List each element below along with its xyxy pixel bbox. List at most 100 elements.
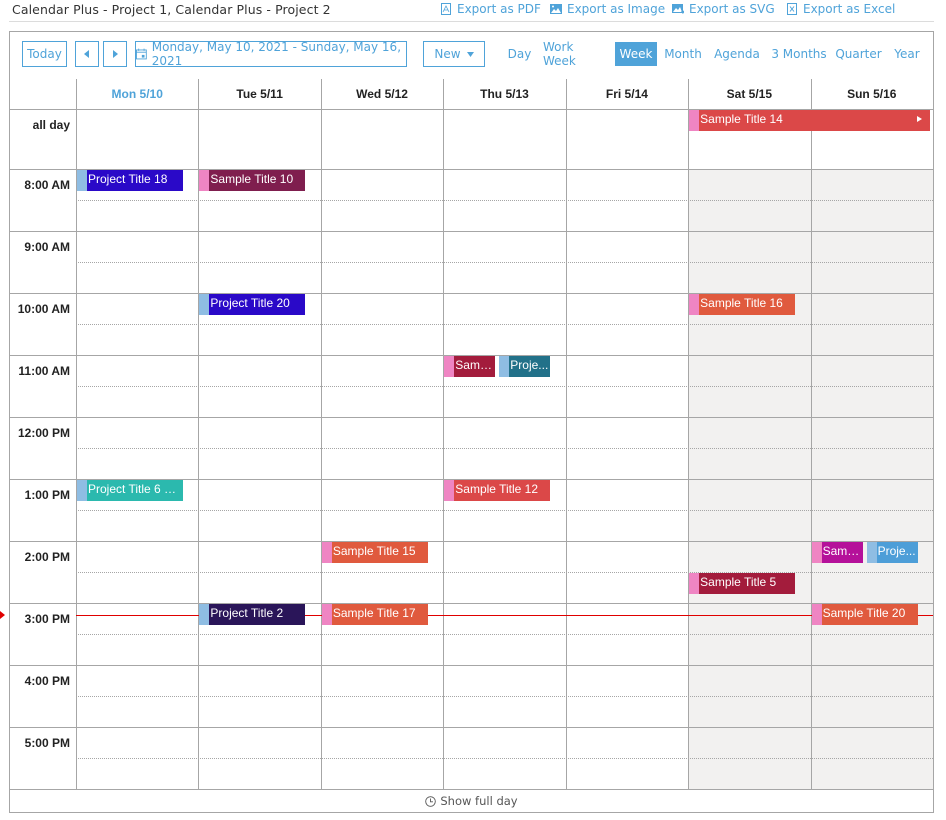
calendar-color-bar — [77, 480, 87, 501]
next-button[interactable] — [103, 41, 127, 67]
half-hour-divider — [76, 510, 933, 511]
previous-button[interactable] — [75, 41, 99, 67]
column-divider — [810, 79, 812, 789]
current-time-marker — [0, 611, 5, 620]
calendar-color-bar — [689, 110, 700, 131]
day-header[interactable]: Wed 5/12 — [321, 79, 443, 109]
calendar-color-bar — [444, 480, 455, 501]
calendar-event[interactable]: Proje... — [499, 356, 551, 377]
calendar-event[interactable]: Sample Title 5 — [689, 573, 796, 594]
calendar-event[interactable]: Sample Title 17 — [321, 604, 428, 625]
window-title: Calendar Plus - Project 1, Calendar Plus… — [12, 2, 331, 17]
hour-divider — [10, 231, 933, 232]
triangle-left-icon — [84, 50, 89, 58]
calendar-event[interactable]: Samp... — [811, 542, 863, 563]
event-title: Sample Title 15 — [332, 544, 416, 558]
event-title: Project Title 6 Pr... — [88, 482, 183, 496]
calendar-color-bar — [444, 356, 455, 377]
half-hour-divider — [76, 572, 933, 573]
time-label: 5:00 PM — [24, 736, 70, 750]
calendar-event[interactable]: Sample Title 10 — [199, 170, 306, 191]
time-label: 8:00 AM — [24, 178, 70, 192]
calendar-color-bar — [77, 170, 87, 191]
day-header[interactable]: Thu 5/13 — [443, 79, 565, 109]
view-work-week-tab[interactable]: Work Week — [543, 40, 608, 68]
week-grid[interactable]: Mon 5/10 Tue 5/11 Wed 5/12 Thu 5/13 Fri 5/14… — [0, 79, 933, 789]
event-title: Sample Title 14 — [700, 112, 783, 126]
export-image-label: Export as Image — [567, 2, 666, 16]
half-hour-divider — [76, 386, 933, 387]
calendar-event[interactable]: Samp... — [444, 356, 496, 377]
calendar-color-bar — [689, 573, 700, 594]
new-dropdown-button[interactable]: New — [423, 41, 485, 67]
calendar-event[interactable]: Sample Title 20 — [811, 604, 918, 625]
column-divider — [320, 79, 322, 789]
day-header[interactable]: Tue 5/11 — [198, 79, 320, 109]
time-label: 2:00 PM — [24, 550, 70, 564]
event-title: Proje... — [877, 544, 916, 558]
view-quarter-tab[interactable]: Quarter — [835, 42, 881, 66]
today-button[interactable]: Today — [22, 41, 67, 67]
event-title: Sample Title 10 — [210, 172, 294, 186]
calendar-event[interactable]: Project Title 6 Pr... — [77, 480, 183, 501]
time-label: 4:00 PM — [24, 674, 70, 688]
calendar-event[interactable]: Sample Title 16 — [689, 294, 796, 315]
view-3-months-tab[interactable]: 3 Months — [771, 42, 827, 66]
half-hour-divider — [76, 448, 933, 449]
calendar-icon — [136, 48, 147, 60]
calendar-color-bar — [499, 356, 510, 377]
half-hour-divider — [76, 262, 933, 263]
export-pdf-button[interactable]: Export as PDF — [440, 2, 541, 16]
half-hour-divider — [76, 758, 933, 759]
calendar-toolbar: Today Monday, May 10, 2021 - Sunday, May… — [10, 32, 933, 79]
export-svg-label: Export as SVG — [689, 2, 775, 16]
view-week-tab[interactable]: Week — [615, 42, 657, 66]
time-label: 1:00 PM — [24, 488, 70, 502]
calendar-event[interactable]: Sample Title 15 — [321, 542, 428, 563]
calendar-color-bar — [689, 294, 700, 315]
calendar-event[interactable]: Project Title 20 — [199, 294, 306, 315]
calendar-event[interactable]: Project Title 2 — [199, 604, 306, 625]
export-svg-button[interactable]: Export as SVG — [672, 2, 775, 16]
calendar-color-bar — [199, 170, 210, 191]
event-title: Project Title 18 — [88, 172, 168, 186]
calendar-event[interactable]: Proje... — [866, 542, 918, 563]
view-month-tab[interactable]: Month — [662, 42, 704, 66]
show-full-day-button[interactable]: Show full day — [10, 789, 933, 812]
export-excel-button[interactable]: Export as Excel — [786, 2, 895, 16]
event-title: Sample Title 17 — [332, 606, 416, 620]
event-title: Sample Title 20 — [822, 606, 906, 620]
day-header[interactable]: Fri 5/14 — [566, 79, 688, 109]
calendar-color-bar — [866, 542, 877, 563]
half-hour-divider — [76, 696, 933, 697]
time-label: 9:00 AM — [24, 240, 70, 254]
title-bar: Calendar Plus - Project 1, Calendar Plus… — [9, 0, 934, 22]
event-title: Sample Title 12 — [455, 482, 538, 496]
event-title: Project Title 20 — [210, 296, 290, 310]
date-range-picker[interactable]: Monday, May 10, 2021 - Sunday, May 16, 2… — [135, 40, 407, 68]
calendar-event[interactable]: Project Title 18 — [77, 170, 183, 191]
event-title: Project Title 2 — [210, 606, 284, 620]
triangle-right-icon — [113, 50, 118, 58]
day-header[interactable]: Sun 5/16 — [811, 79, 933, 109]
view-day-tab[interactable]: Day — [506, 42, 533, 66]
continues-right-icon — [916, 116, 922, 122]
calendar-event[interactable]: Sample Title 12 — [444, 480, 551, 501]
calendar-color-bar — [321, 542, 332, 563]
all-day-event[interactable]: Sample Title 14 — [689, 110, 930, 131]
excel-icon — [787, 3, 797, 15]
time-label: 12:00 PM — [17, 426, 70, 440]
hour-divider — [10, 603, 933, 604]
caret-down-icon — [466, 51, 474, 57]
export-image-button[interactable]: Export as Image — [550, 2, 665, 16]
day-header[interactable]: Sat 5/15 — [688, 79, 810, 109]
export-pdf-label: Export as PDF — [457, 2, 541, 16]
view-agenda-tab[interactable]: Agenda — [713, 42, 761, 66]
day-header[interactable]: Mon 5/10 — [76, 79, 198, 109]
view-year-tab[interactable]: Year — [891, 42, 923, 66]
event-title: Samp... — [822, 544, 863, 558]
hour-divider — [10, 727, 933, 728]
calendar: Today Monday, May 10, 2021 - Sunday, May… — [0, 31, 934, 813]
column-divider — [688, 79, 690, 789]
half-hour-divider — [76, 634, 933, 635]
